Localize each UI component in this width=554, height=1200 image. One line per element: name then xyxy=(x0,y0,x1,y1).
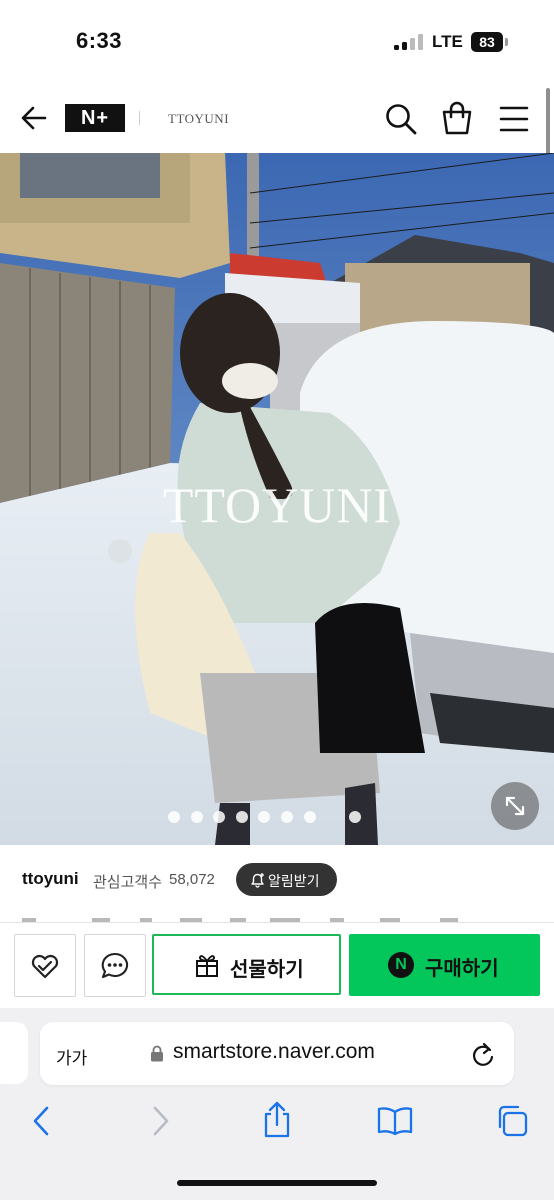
battery-cap xyxy=(505,38,508,46)
expand-image-button[interactable] xyxy=(491,782,539,830)
browser-back-icon[interactable] xyxy=(28,1104,54,1138)
network-label: LTE xyxy=(432,32,463,51)
search-icon[interactable] xyxy=(384,102,418,136)
url-text[interactable]: smartstore.naver.com xyxy=(173,1040,375,1064)
text-size-button[interactable]: 가가 xyxy=(56,1044,87,1069)
pagination-dot[interactable] xyxy=(168,811,180,823)
pagination-dot[interactable] xyxy=(235,811,248,823)
pagination-dot[interactable] xyxy=(190,811,203,823)
follower-count: 58,072 xyxy=(169,871,215,888)
talk-button[interactable] xyxy=(84,934,146,997)
gift-button[interactable]: 선물하기 xyxy=(152,934,341,995)
naver-plus-logo[interactable]: N+ xyxy=(65,104,125,132)
gift-label: 선물하기 xyxy=(230,959,304,981)
share-icon[interactable] xyxy=(260,1100,294,1140)
signal-icon xyxy=(394,34,424,50)
lock-icon xyxy=(151,1045,163,1062)
tabs-icon[interactable] xyxy=(494,1103,530,1139)
store-id[interactable]: ttoyuni xyxy=(22,869,79,889)
store-name-header[interactable]: TTOYUNI xyxy=(168,111,229,127)
follower-label: 관심고객수 xyxy=(93,874,163,891)
bookmarks-icon[interactable] xyxy=(376,1106,414,1136)
naver-pay-n-icon: N xyxy=(388,952,414,978)
chat-bubble-icon xyxy=(101,952,129,979)
alarm-button[interactable]: 알림받기 xyxy=(236,863,337,896)
alarm-label: 알림받기 xyxy=(268,873,320,889)
status-time: 6:33 xyxy=(76,28,123,53)
pagination-dot[interactable] xyxy=(348,811,361,823)
browser-forward-icon[interactable] xyxy=(148,1104,174,1138)
menu-icon[interactable] xyxy=(498,104,530,134)
back-arrow-icon[interactable] xyxy=(18,102,50,134)
pagination-dot[interactable] xyxy=(281,811,293,823)
buy-label: 구매하기 xyxy=(425,958,499,980)
gift-icon xyxy=(196,955,218,977)
heart-check-icon xyxy=(31,954,59,979)
bell-plus-icon xyxy=(251,873,264,888)
wishlist-button[interactable] xyxy=(14,934,76,997)
home-indicator xyxy=(177,1180,377,1186)
pagination-dot[interactable] xyxy=(303,811,316,823)
cart-icon[interactable] xyxy=(440,100,474,136)
reload-icon[interactable] xyxy=(470,1040,496,1068)
previous-tab-peek[interactable] xyxy=(0,1022,28,1084)
battery-icon: 83 xyxy=(471,32,503,52)
expand-icon xyxy=(505,796,525,816)
buy-button[interactable]: N 구매하기 xyxy=(349,934,540,996)
store-watermark: TTOYUNI xyxy=(162,477,392,533)
header-divider xyxy=(139,111,140,125)
